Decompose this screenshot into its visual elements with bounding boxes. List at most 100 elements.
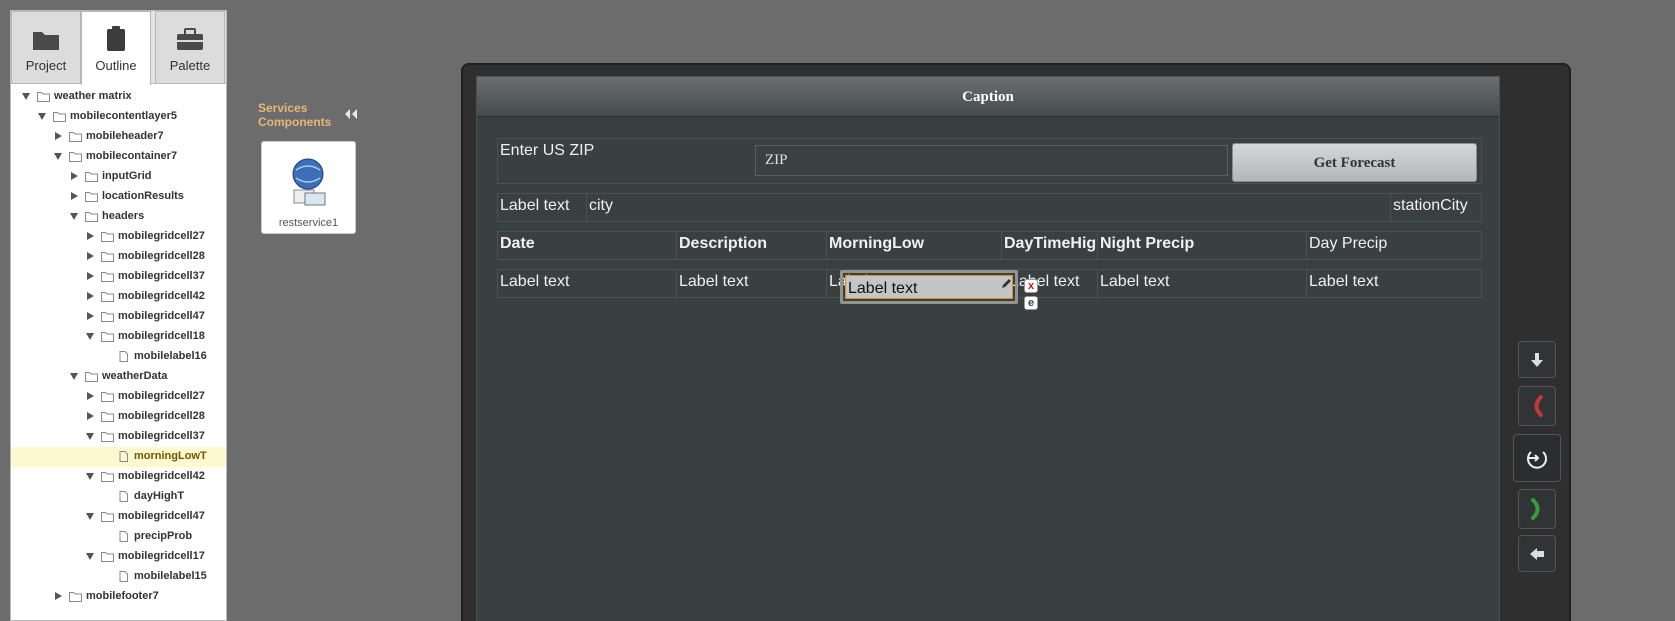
expanded-triangle-icon[interactable]	[69, 211, 79, 221]
outline-item[interactable]: mobilelabel15	[11, 567, 226, 587]
outline-item[interactable]: mobilecontainer7	[11, 147, 226, 167]
outline-item-label: mobilegridcell27	[118, 230, 205, 242]
outline-item[interactable]: dayHighT	[11, 487, 226, 507]
folder-icon	[85, 371, 98, 382]
outline-item[interactable]: weatherData	[11, 367, 226, 387]
expanded-triangle-icon[interactable]	[85, 331, 95, 341]
folder-icon	[101, 231, 114, 242]
scroll-down-button[interactable]	[1518, 341, 1556, 378]
get-forecast-button[interactable]: Get Forecast	[1232, 143, 1477, 182]
header-daytime-high: DayTimeHigh	[1002, 232, 1098, 259]
expanded-triangle-icon[interactable]	[85, 511, 95, 521]
outline-item[interactable]: locationResults	[11, 187, 226, 207]
tab-project[interactable]: Project	[11, 11, 81, 84]
collapse-double-chevron-icon[interactable]	[344, 108, 358, 120]
outline-item[interactable]: mobilegridcell47	[11, 507, 226, 527]
outline-item[interactable]: mobilegridcell28	[11, 247, 226, 267]
collapsed-triangle-icon[interactable]	[85, 251, 95, 261]
folder-icon	[85, 191, 98, 202]
outline-item-label: mobilegridcell17	[118, 550, 205, 562]
collapsed-triangle-icon[interactable]	[85, 411, 95, 421]
collapsed-triangle-icon[interactable]	[85, 291, 95, 301]
outline-item[interactable]: mobilegridcell42	[11, 287, 226, 307]
outline-item[interactable]: mobileheader7	[11, 127, 226, 147]
header-morning-low: MorningLow	[827, 232, 1002, 259]
folder-icon	[101, 551, 114, 562]
file-icon	[117, 451, 130, 462]
outline-item[interactable]: mobilelabel16	[11, 347, 226, 367]
power-button[interactable]	[1513, 434, 1561, 482]
collapsed-triangle-icon[interactable]	[85, 311, 95, 321]
outline-item[interactable]: mobilegridcell17	[11, 547, 226, 567]
outline-item[interactable]: mobilegridcell27	[11, 387, 226, 407]
expanded-triangle-icon[interactable]	[21, 91, 31, 101]
outline-item[interactable]: inputGrid	[11, 167, 226, 187]
data-date: Label text	[498, 270, 677, 297]
folder-icon	[101, 471, 114, 482]
call-button[interactable]	[1518, 489, 1556, 529]
collapsed-triangle-icon[interactable]	[69, 191, 79, 201]
outline-item-label: inputGrid	[102, 170, 152, 182]
outline-item[interactable]: mobilegridcell47	[11, 307, 226, 327]
outline-item[interactable]: mobilegridcell28	[11, 407, 226, 427]
outline-item[interactable]: precipProb	[11, 527, 226, 547]
expanded-triangle-icon[interactable]	[53, 151, 63, 161]
component-restservice1[interactable]: restservice1	[261, 141, 356, 234]
city-label: city	[587, 194, 1391, 221]
hang-up-button[interactable]	[1518, 386, 1556, 426]
call-icon	[1531, 498, 1540, 520]
folder-icon	[33, 32, 59, 50]
caption-title: Caption	[962, 89, 1014, 105]
folder-icon	[101, 391, 114, 402]
web-service-globe-icon	[292, 158, 326, 206]
outline-item-label: headers	[102, 210, 145, 222]
outline-item-label: morningLowT	[134, 450, 207, 462]
edit-badge[interactable]: e	[1024, 296, 1038, 310]
folder-icon	[101, 411, 114, 422]
collapsed-triangle-icon[interactable]	[85, 271, 95, 281]
services-components-label: Services Components	[258, 101, 331, 129]
outline-item-label: weatherData	[102, 370, 168, 382]
tab-palette[interactable]: Palette	[155, 11, 225, 84]
outline-item[interactable]: mobilegridcell27	[11, 227, 226, 247]
outline-item[interactable]: weather matrix	[11, 87, 226, 107]
outline-item-label: locationResults	[102, 190, 184, 202]
folder-icon	[101, 311, 114, 322]
folder-icon	[85, 171, 98, 182]
collapsed-triangle-icon[interactable]	[85, 391, 95, 401]
expanded-triangle-icon[interactable]	[85, 431, 95, 441]
folder-icon	[37, 91, 50, 102]
selected-morning-low-cell[interactable]: Label text	[840, 270, 1018, 304]
outline-item[interactable]: mobilegridcell37	[11, 267, 226, 287]
outline-item-label: mobilegridcell37	[118, 270, 205, 282]
expanded-triangle-icon[interactable]	[69, 371, 79, 381]
collapsed-triangle-icon[interactable]	[53, 131, 63, 141]
device-screen: Caption Enter US ZIP ZIP Get Forecast La…	[476, 76, 1500, 621]
expanded-triangle-icon[interactable]	[85, 551, 95, 561]
left-panel: Project Outline Palette weather matrix mo…	[10, 10, 227, 621]
weather-data-row: Label text Label text Label text Label t…	[497, 269, 1482, 310]
outline-item[interactable]: mobilegridcell18	[11, 327, 226, 347]
outline-item[interactable]: morningLowT	[11, 447, 226, 467]
selected-cell-label: Label text	[845, 275, 1013, 299]
outline-item-label: mobilelabel15	[134, 570, 207, 582]
delete-badge[interactable]: x	[1024, 279, 1038, 293]
tab-outline-label: Outline	[95, 58, 137, 73]
collapsed-triangle-icon[interactable]	[85, 231, 95, 241]
tab-outline[interactable]: Outline	[81, 11, 151, 85]
expanded-triangle-icon[interactable]	[37, 111, 47, 121]
collapsed-triangle-icon[interactable]	[69, 171, 79, 181]
zip-input[interactable]: ZIP	[755, 145, 1228, 176]
file-icon	[117, 351, 130, 362]
outline-tree: weather matrix mobilecontentlayer5 mobileh…	[11, 85, 226, 620]
back-button[interactable]	[1518, 535, 1556, 572]
outline-item[interactable]: headers	[11, 207, 226, 227]
collapsed-triangle-icon[interactable]	[53, 591, 63, 601]
pencil-icon[interactable]	[1000, 278, 1012, 290]
outline-item[interactable]: mobilefooter7	[11, 587, 226, 607]
outline-item[interactable]: mobilegridcell42	[11, 467, 226, 487]
outline-item[interactable]: mobilegridcell37	[11, 427, 226, 447]
outline-item[interactable]: mobilecontentlayer5	[11, 107, 226, 127]
outline-item-label: mobilecontainer7	[86, 150, 178, 162]
expanded-triangle-icon[interactable]	[85, 471, 95, 481]
